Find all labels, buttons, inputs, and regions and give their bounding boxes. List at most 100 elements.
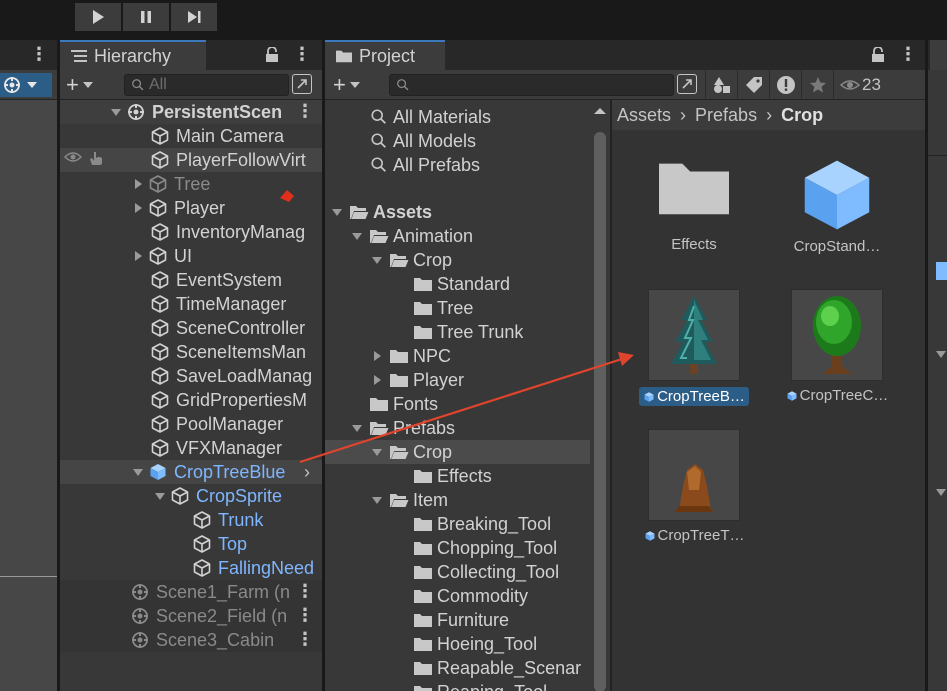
hierarchy-search[interactable]: All — [124, 74, 289, 96]
project-search[interactable] — [389, 74, 674, 96]
favorite-label: All Materials — [393, 106, 492, 127]
hierarchy-item-croptreeblue[interactable]: CropTreeBlue — [132, 460, 298, 484]
chevron-down-icon[interactable] — [935, 486, 947, 498]
gizmo-toggle-button[interactable] — [0, 73, 52, 97]
hidden-packages-toggle[interactable]: 23 — [833, 70, 881, 100]
favorite-all-prefabs[interactable]: All Prefabs — [369, 153, 480, 177]
pause-button[interactable] — [123, 3, 169, 31]
folder-effects[interactable]: Effects — [413, 464, 492, 488]
folder-tree-scrollbar[interactable] — [590, 100, 610, 691]
folder-animation[interactable]: Animation — [351, 224, 473, 248]
pickable-hand-icon[interactable] — [87, 150, 105, 166]
folder-label: Hoeing_Tool — [437, 633, 538, 654]
scrollbar-thumb[interactable] — [594, 132, 606, 691]
chevron-right-icon[interactable]: › — [304, 462, 310, 483]
asset-grid: Effects CropStand… CropTreeB… CropTreeC…… — [612, 130, 925, 691]
gameobject-icon — [150, 150, 170, 170]
folder-reaping-tool[interactable]: Reaping_Tool — [413, 680, 547, 691]
folder-prefabs[interactable]: Prefabs — [351, 416, 455, 440]
asset-effects-folder[interactable]: Effects — [639, 152, 749, 253]
kebab-menu-icon[interactable]: ⋮ — [296, 581, 314, 602]
folder-commodity[interactable]: Commodity — [413, 584, 528, 608]
kebab-menu-icon[interactable]: ⋮ — [293, 44, 311, 65]
folder-furniture[interactable]: Furniture — [413, 608, 509, 632]
chevron-down-icon[interactable] — [935, 348, 947, 360]
eye-icon — [840, 80, 860, 90]
step-button[interactable] — [171, 3, 217, 31]
scene-row-cabin[interactable]: Scene3_Cabin — [130, 628, 290, 652]
chevron-right-icon[interactable] — [371, 350, 383, 362]
scroll-up-icon[interactable] — [590, 104, 610, 118]
folder-player[interactable]: Player — [371, 368, 464, 392]
scene-row-field[interactable]: Scene2_Field (n — [130, 604, 290, 628]
kebab-menu-icon[interactable]: ⋮ — [296, 629, 314, 650]
chevron-right-icon[interactable] — [371, 374, 383, 386]
folder-assets[interactable]: Assets — [331, 200, 432, 224]
asset-croptreet[interactable]: CropTreeT… — [639, 429, 749, 544]
lock-icon[interactable] — [871, 46, 885, 63]
hierarchy-panel: Hierarchy ⋮ + All PersistentScen ⋮ Main … — [60, 40, 322, 691]
chevron-down-icon[interactable] — [351, 230, 363, 242]
issues-filter-button[interactable] — [769, 70, 801, 100]
folder-fonts[interactable]: Fonts — [369, 392, 438, 416]
prefab-icon — [644, 530, 656, 542]
folder-breaking-tool[interactable]: Breaking_Tool — [413, 512, 551, 536]
folder-chopping-tool[interactable]: Chopping_Tool — [413, 536, 557, 560]
filter-by-type-button[interactable] — [705, 70, 737, 100]
asset-cropstandard-prefab[interactable]: CropStand… — [782, 152, 892, 255]
chevron-right-icon[interactable] — [132, 202, 144, 214]
kebab-menu-icon[interactable]: ⋮ — [30, 44, 48, 65]
tab-project[interactable]: Project — [325, 40, 445, 70]
lock-icon[interactable] — [265, 46, 279, 63]
hierarchy-item-fallingneed[interactable]: FallingNeed — [192, 556, 322, 580]
tab-hierarchy[interactable]: Hierarchy — [60, 40, 206, 70]
folder-reapable-scenary[interactable]: Reapable_Scenar — [413, 656, 589, 680]
folder-standard[interactable]: Standard — [413, 272, 510, 296]
prefab-child-icon — [192, 558, 212, 578]
chevron-down-icon[interactable] — [371, 446, 383, 458]
chevron-down-icon[interactable] — [371, 254, 383, 266]
list-icon — [71, 50, 87, 62]
folder-animation-crop[interactable]: Crop — [371, 248, 452, 272]
tab-inspector[interactable] — [930, 40, 947, 70]
prefab-child-icon — [192, 510, 212, 530]
favorite-all-materials[interactable]: All Materials — [369, 105, 491, 129]
breadcrumb-prefabs[interactable]: Prefabs — [695, 105, 757, 126]
scene-row-farm[interactable]: Scene1_Farm (n — [130, 580, 290, 604]
asset-croptreec[interactable]: CropTreeC… — [782, 289, 892, 404]
asset-croptreeblue[interactable]: CropTreeB… — [639, 289, 749, 406]
chevron-right-icon[interactable] — [132, 178, 144, 190]
folder-collecting-tool[interactable]: Collecting_Tool — [413, 560, 559, 584]
visibility-eye-icon[interactable] — [64, 150, 82, 164]
folder-npc[interactable]: NPC — [371, 344, 451, 368]
folder-hoeing-tool[interactable]: Hoeing_Tool — [413, 632, 537, 656]
favorite-all-models[interactable]: All Models — [369, 129, 476, 153]
chevron-right-icon[interactable] — [132, 250, 144, 262]
chevron-down-icon[interactable] — [331, 206, 343, 218]
main-toolbar — [0, 0, 947, 38]
chevron-down-icon[interactable] — [154, 490, 166, 502]
play-button[interactable] — [75, 3, 121, 31]
kebab-menu-icon[interactable]: ⋮ — [899, 44, 917, 65]
gizmo-icon — [2, 75, 22, 95]
folder-tree[interactable]: Tree — [413, 296, 473, 320]
create-asset-button[interactable]: + — [333, 72, 360, 98]
chevron-down-icon[interactable] — [371, 494, 383, 506]
filter-by-label-button[interactable] — [737, 70, 769, 100]
breadcrumb-crop[interactable]: Crop — [781, 105, 823, 126]
folder-tree-trunk[interactable]: Tree Trunk — [413, 320, 523, 344]
folder-item[interactable]: Item — [371, 488, 448, 512]
favorites-button[interactable] — [801, 70, 833, 100]
chevron-down-icon[interactable] — [351, 422, 363, 434]
folder-open-icon — [369, 227, 389, 245]
search-scope-button[interactable] — [677, 74, 697, 94]
breadcrumb-assets[interactable]: Assets — [617, 105, 671, 126]
create-button[interactable]: + — [66, 72, 93, 98]
folder-label: Fonts — [393, 393, 439, 414]
folder-prefabs-crop[interactable]: Crop — [371, 440, 452, 464]
kebab-menu-icon[interactable]: ⋮ — [296, 605, 314, 626]
chevron-down-icon[interactable] — [132, 466, 144, 478]
folder-icon — [413, 611, 433, 629]
scene-visibility-button[interactable] — [292, 74, 312, 94]
kebab-menu-icon[interactable]: ⋮ — [296, 101, 314, 122]
